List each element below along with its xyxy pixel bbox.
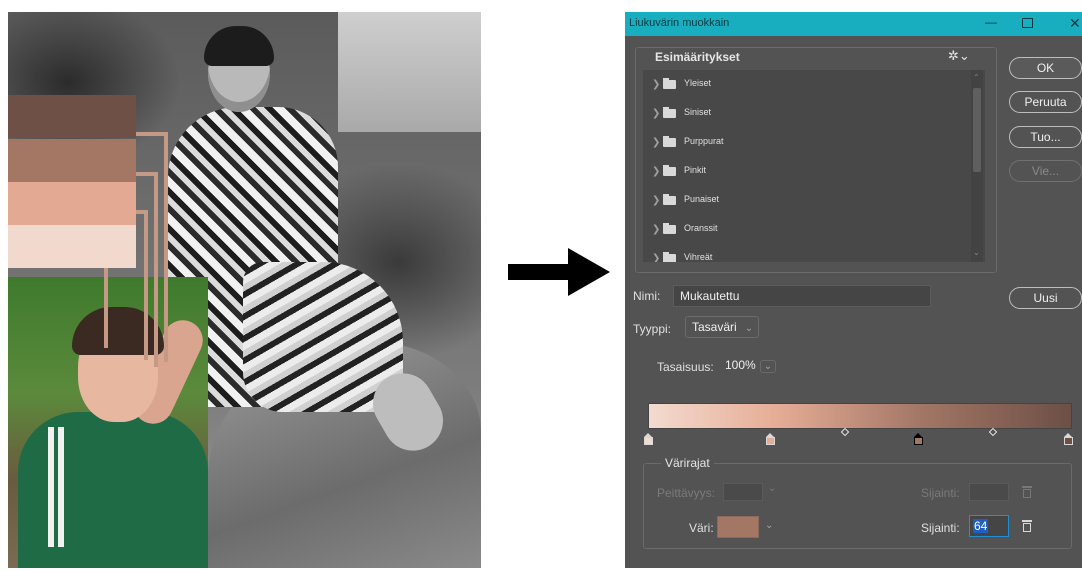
preset-folder[interactable]: ❯ Siniset xyxy=(643,99,963,128)
sample-line xyxy=(154,172,158,367)
smoothness-label: Tasaisuus: xyxy=(657,360,714,374)
folder-icon xyxy=(663,107,676,118)
preset-folder-label: Pinkit xyxy=(684,165,707,175)
type-label: Tyyppi: xyxy=(633,322,672,336)
sample-line xyxy=(164,132,168,362)
person-hair xyxy=(72,307,164,355)
midpoint-diamond[interactable] xyxy=(988,427,998,437)
color-swatch xyxy=(8,225,136,268)
chevron-right-icon[interactable]: ❯ xyxy=(652,166,660,177)
arrow-head xyxy=(568,248,610,296)
new-button[interactable]: Uusi xyxy=(1009,287,1082,309)
color-stop[interactable] xyxy=(644,433,653,445)
preset-folder-label: Punaiset xyxy=(684,194,720,204)
chevron-right-icon[interactable]: ❯ xyxy=(652,137,660,148)
type-value: Tasaväri xyxy=(692,320,737,334)
opacity-label: Peittävyys: xyxy=(657,486,716,500)
shirt-stripe xyxy=(58,427,64,547)
stop-color xyxy=(644,437,653,445)
preset-folder[interactable]: ❯ Vihreät xyxy=(643,244,963,262)
preset-folder-label: Oranssit xyxy=(684,223,718,233)
location-label: Sijainti: xyxy=(921,521,960,535)
import-button[interactable]: Tuo... xyxy=(1009,126,1082,148)
presets-label[interactable]: Esimääritykset xyxy=(655,50,740,64)
scrollbar-thumb[interactable] xyxy=(973,88,981,172)
arrow-right-icon xyxy=(508,264,572,280)
gear-icon[interactable]: ✲⌄ xyxy=(948,48,970,64)
export-button[interactable]: Vie... xyxy=(1009,160,1082,182)
preset-folder[interactable]: ❯ Purppurat xyxy=(643,128,963,157)
color-swatch xyxy=(8,95,136,138)
chevron-down-icon[interactable]: ⌄ xyxy=(765,520,773,531)
opacity-field xyxy=(723,483,763,501)
name-label: Nimi: xyxy=(633,289,661,303)
opacity-location-label: Sijainti: xyxy=(921,486,960,500)
scroll-up-icon[interactable]: ⌃ xyxy=(973,73,980,82)
sample-line xyxy=(136,132,166,136)
scroll-down-icon[interactable]: ⌄ xyxy=(973,248,980,257)
preset-folder-label: Purppurat xyxy=(684,136,724,146)
color-stops-label: Värirajat xyxy=(661,456,714,470)
chevron-right-icon[interactable]: ❯ xyxy=(652,79,660,90)
chevron-down-icon: ⌄ xyxy=(768,483,777,494)
gradient-preview-bar[interactable] xyxy=(648,403,1072,429)
delete-stop-icon[interactable] xyxy=(1022,520,1032,532)
maximize-icon[interactable] xyxy=(1022,18,1033,28)
cancel-button[interactable]: Peruuta xyxy=(1009,91,1082,113)
close-icon[interactable]: ✕ xyxy=(1069,15,1082,32)
smoothness-value: 100% xyxy=(725,358,756,372)
preset-folder[interactable]: ❯ Pinkit xyxy=(643,157,963,186)
shirt-stripe xyxy=(48,427,54,547)
chevron-down-icon[interactable]: ⌄ xyxy=(759,360,777,373)
location-value: 64 xyxy=(973,519,989,533)
chevron-down-icon: ⌄ xyxy=(744,323,754,334)
preset-folder-label: Siniset xyxy=(684,107,712,117)
type-select[interactable]: Tasaväri ⌄ xyxy=(685,316,759,338)
green-shirt xyxy=(18,412,208,568)
color-photo xyxy=(8,277,208,568)
color-swatch xyxy=(8,182,136,225)
midpoint-diamond[interactable] xyxy=(840,427,850,437)
dialog-title: Liukuvärin muokkain xyxy=(629,17,730,29)
name-field[interactable]: Mukautettu xyxy=(673,285,931,307)
sample-line xyxy=(144,210,148,360)
color-swatch xyxy=(8,139,136,182)
folder-icon xyxy=(663,194,676,205)
preset-folder[interactable]: ❯ Yleiset xyxy=(643,70,963,99)
folder-icon xyxy=(663,78,676,89)
chevron-right-icon[interactable]: ❯ xyxy=(652,224,660,235)
minimize-icon[interactable]: — xyxy=(985,15,1005,33)
folder-icon xyxy=(663,223,676,234)
smoothness-field[interactable]: 100% ⌄ xyxy=(721,355,783,377)
color-label: Väri: xyxy=(689,521,714,535)
title-bar[interactable]: Liukuvärin muokkain — ✕ xyxy=(625,12,1082,36)
stop-color xyxy=(766,437,775,445)
stop-color xyxy=(914,437,923,445)
color-stop-selected[interactable] xyxy=(914,433,923,445)
bw-sky xyxy=(338,12,481,132)
preset-folder-label: Yleiset xyxy=(684,78,712,88)
color-stop[interactable] xyxy=(1064,433,1073,445)
color-swatch-picker[interactable] xyxy=(717,516,759,538)
chevron-right-icon[interactable]: ❯ xyxy=(652,108,660,119)
gradient-editor-dialog: Liukuvärin muokkain — ✕ Esimääritykset ✲… xyxy=(625,12,1082,568)
stop-color xyxy=(1064,437,1073,445)
color-stop[interactable] xyxy=(766,433,775,445)
preset-folder-label: Vihreät xyxy=(684,252,713,262)
preset-folder[interactable]: ❯ Oranssit xyxy=(643,215,963,244)
photo-collage xyxy=(8,12,481,568)
folder-icon xyxy=(663,165,676,176)
chevron-right-icon[interactable]: ❯ xyxy=(652,253,660,262)
ok-button[interactable]: OK xyxy=(1009,57,1082,79)
location-field[interactable]: 64 xyxy=(969,515,1009,537)
preset-list: ❯ Yleiset ❯ Siniset ❯ Purppurat ❯ Pinkit… xyxy=(643,70,985,262)
chevron-right-icon[interactable]: ❯ xyxy=(652,195,660,206)
folder-icon xyxy=(663,252,676,262)
sample-line xyxy=(104,268,108,348)
opacity-location-field xyxy=(969,483,1009,501)
folder-icon xyxy=(663,136,676,147)
preset-folder[interactable]: ❯ Punaiset xyxy=(643,186,963,215)
trash-icon xyxy=(1022,486,1032,498)
